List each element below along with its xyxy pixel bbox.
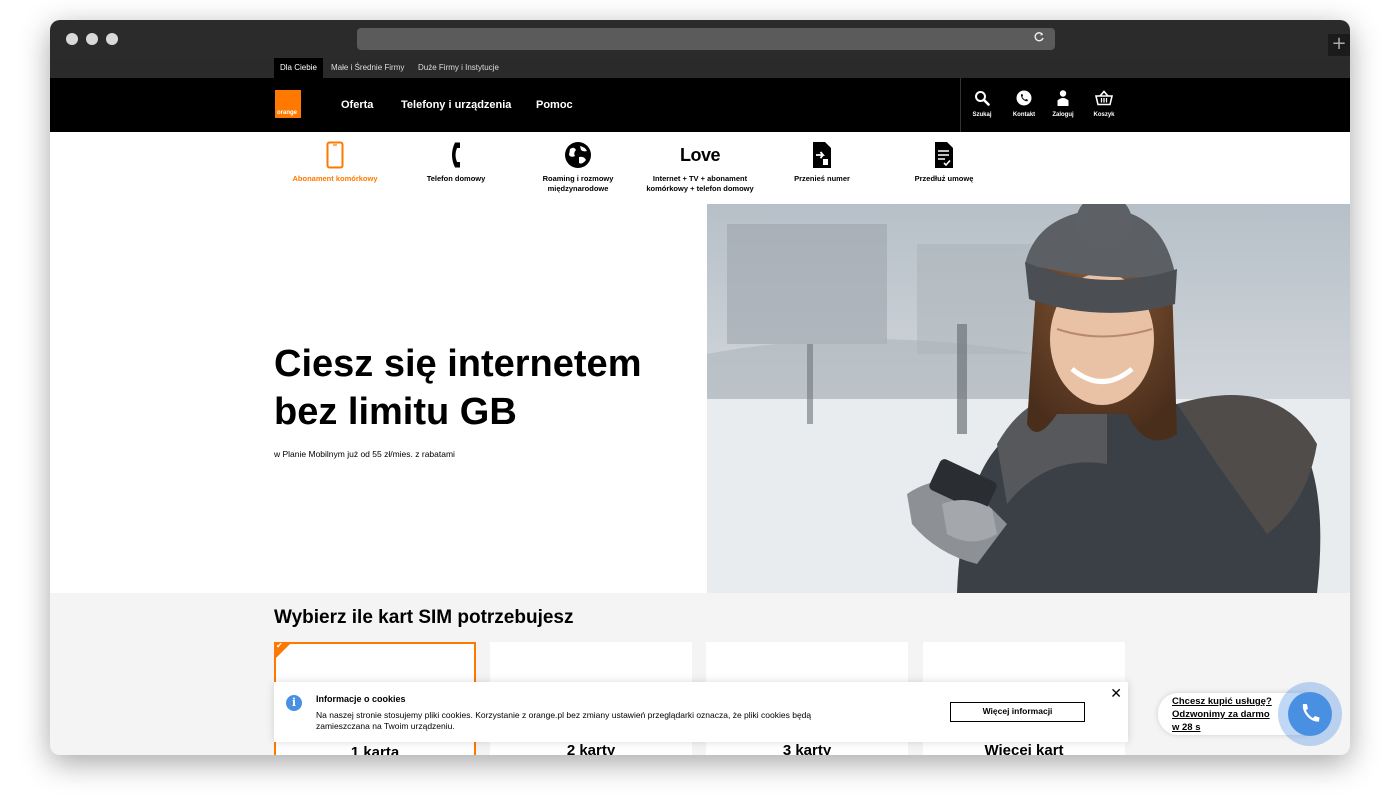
segment-tab-dla-ciebie[interactable]: Dla Ciebie xyxy=(274,58,323,78)
basket-icon xyxy=(1087,90,1121,110)
segment-tab-male-srednie-firmy[interactable]: Małe i Średnie Firmy xyxy=(325,58,410,78)
smartphone-icon xyxy=(270,140,400,170)
login-button[interactable]: Zaloguj xyxy=(1046,90,1080,118)
logo-text: orange xyxy=(277,110,298,116)
maximize-window-dot[interactable] xyxy=(106,33,118,45)
callback-line-2[interactable]: Odzwonimy za darmo xyxy=(1172,709,1270,720)
browser-chrome: + xyxy=(50,20,1350,58)
callback-button[interactable] xyxy=(1278,682,1342,746)
cookie-banner: i Informacje o cookies Na naszej stronie… xyxy=(274,682,1128,742)
cookie-title: Informacje o cookies xyxy=(316,694,406,704)
close-icon[interactable]: ✕ xyxy=(1110,686,1122,702)
nav-divider xyxy=(960,78,961,132)
love-logo: Love xyxy=(635,140,765,170)
orange-logo[interactable]: orange xyxy=(275,90,301,118)
user-icon xyxy=(1046,90,1080,110)
category-abonament[interactable]: Abonament komórkowy xyxy=(270,140,400,184)
category-label: Abonament komórkowy xyxy=(292,174,378,183)
sim-card-title: 3 karty xyxy=(782,742,832,755)
sim-section-title: Wybierz ile kart SIM potrzebujesz xyxy=(274,607,574,628)
category-label: Internet + TV + abonament komórkowy + te… xyxy=(646,174,754,193)
category-love[interactable]: Love Internet + TV + abonament komórkowy… xyxy=(635,140,765,194)
sim-card-title: 1 karta xyxy=(350,744,400,755)
nav-link-telefony[interactable]: Telefony i urządzenia xyxy=(401,78,511,132)
callback-line-3: w 28 s xyxy=(1172,722,1201,733)
phone-icon xyxy=(1007,90,1041,110)
category-telefon-domowy[interactable]: Telefon domowy xyxy=(391,140,521,184)
search-label: Szukaj xyxy=(972,112,992,118)
category-label: Telefon domowy xyxy=(426,174,486,183)
globe-icon xyxy=(513,140,643,170)
address-bar[interactable] xyxy=(357,28,1055,50)
category-bar: Abonament komórkowy Telefon domowy Roami… xyxy=(50,132,1350,204)
search-icon xyxy=(965,90,999,110)
segment-tab-duze-firmy[interactable]: Duże Firmy i Instytucje xyxy=(412,58,505,78)
handset-icon xyxy=(391,140,521,170)
callback-line-1[interactable]: Chcesz kupić usługę? xyxy=(1172,696,1272,707)
new-tab-button[interactable]: + xyxy=(1328,34,1350,56)
login-label: Zaloguj xyxy=(1052,112,1074,118)
hero-photo xyxy=(707,204,1350,593)
hero-title: Ciesz się internetem bez limitu GB xyxy=(274,343,642,433)
search-button[interactable]: Szukaj xyxy=(965,90,999,118)
contact-button[interactable]: Kontakt xyxy=(1007,90,1041,118)
reload-icon[interactable] xyxy=(1033,30,1045,46)
nav-link-pomoc[interactable]: Pomoc xyxy=(536,78,573,132)
browser-window: + Dla Ciebie Małe i Średnie Firmy Duże F… xyxy=(50,20,1350,755)
info-icon: i xyxy=(286,695,302,711)
category-przenies-numer[interactable]: Przenieś numer xyxy=(757,140,887,184)
phone-call-icon xyxy=(1288,692,1332,736)
sim-card-title: Więcej kart xyxy=(984,742,1064,755)
cookie-more-info-button[interactable]: Więcej informacji xyxy=(950,702,1085,722)
selected-check-icon: ✔ xyxy=(274,641,292,660)
basket-button[interactable]: Koszyk xyxy=(1087,90,1121,118)
basket-label: Koszyk xyxy=(1093,112,1115,118)
main-nav: orange Oferta Telefony i urządzenia Pomo… xyxy=(50,78,1350,132)
hero-subtitle: w Planie Mobilnym już od 55 zł/mies. z r… xyxy=(274,449,455,459)
category-roaming[interactable]: Roaming i rozmowy międzynarodowe xyxy=(513,140,643,194)
contact-label: Kontakt xyxy=(1012,112,1036,118)
love-logo-text: Love xyxy=(679,144,721,165)
category-przedluz-umowe[interactable]: Przedłuż umowę xyxy=(879,140,1009,184)
category-label: Przenieś numer xyxy=(794,174,850,183)
category-label: Przedłuż umowę xyxy=(914,174,974,183)
category-label: Roaming i rozmowy międzynarodowe xyxy=(542,174,614,193)
close-window-dot[interactable] xyxy=(66,33,78,45)
hero-banner: Ciesz się internetem bez limitu GB w Pla… xyxy=(50,204,1350,593)
document-icon xyxy=(879,140,1009,170)
sim-transfer-icon xyxy=(757,140,887,170)
cookie-text: Na naszej stronie stosujemy pliki cookie… xyxy=(316,710,812,731)
sim-card-title: 2 karty xyxy=(566,742,616,755)
segment-nav: Dla Ciebie Małe i Średnie Firmy Duże Fir… xyxy=(50,58,1350,78)
nav-link-oferta[interactable]: Oferta xyxy=(341,78,373,132)
minimize-window-dot[interactable] xyxy=(86,33,98,45)
